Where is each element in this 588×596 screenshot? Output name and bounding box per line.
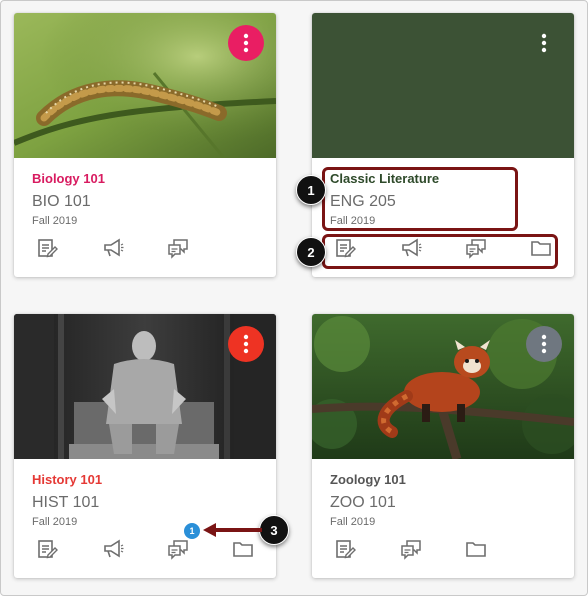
assignments-icon[interactable] [334,538,356,560]
course-menu-button[interactable] [526,25,562,61]
course-menu-button[interactable] [526,326,562,362]
course-term: Fall 2019 [32,516,78,528]
course-actions [14,237,276,261]
announcements-icon[interactable] [102,538,124,560]
course-menu-button[interactable] [228,326,264,362]
discussions-icon[interactable] [167,237,189,259]
discussions-icon[interactable] [167,538,189,560]
more-vertical-icon [541,33,547,53]
course-name[interactable]: History 101 [32,471,102,489]
more-vertical-icon [243,33,249,53]
callout-box-course-actions [322,234,558,269]
discussion-unread-badge[interactable]: 1 [184,523,200,539]
more-vertical-icon [243,334,249,354]
course-code: ZOO 101 [330,494,396,511]
files-icon[interactable] [465,538,487,560]
assignments-icon[interactable] [36,237,58,259]
course-name[interactable]: Zoology 101 [330,471,406,489]
more-vertical-icon [541,334,547,354]
assignments-icon[interactable] [36,538,58,560]
course-card-biology[interactable]: Biology 101 BIO 101 Fall 2019 [14,13,276,277]
course-term: Fall 2019 [330,516,376,528]
files-icon[interactable] [232,538,254,560]
course-menu-button[interactable] [228,25,264,61]
announcements-icon[interactable] [102,237,124,259]
course-card-zoology[interactable]: Zoology 101 ZOO 101 Fall 2019 [312,314,574,578]
callout-arrow [203,523,262,537]
course-term: Fall 2019 [32,215,78,227]
course-name[interactable]: Biology 101 [32,170,105,188]
course-actions [312,538,574,562]
discussions-icon[interactable] [400,538,422,560]
course-code: HIST 101 [32,494,100,511]
callout-number-1: 1 [296,175,326,205]
course-code: BIO 101 [32,193,91,210]
callout-number-2: 2 [296,237,326,267]
callout-box-course-info [322,167,518,231]
course-actions: 1 [14,523,276,562]
